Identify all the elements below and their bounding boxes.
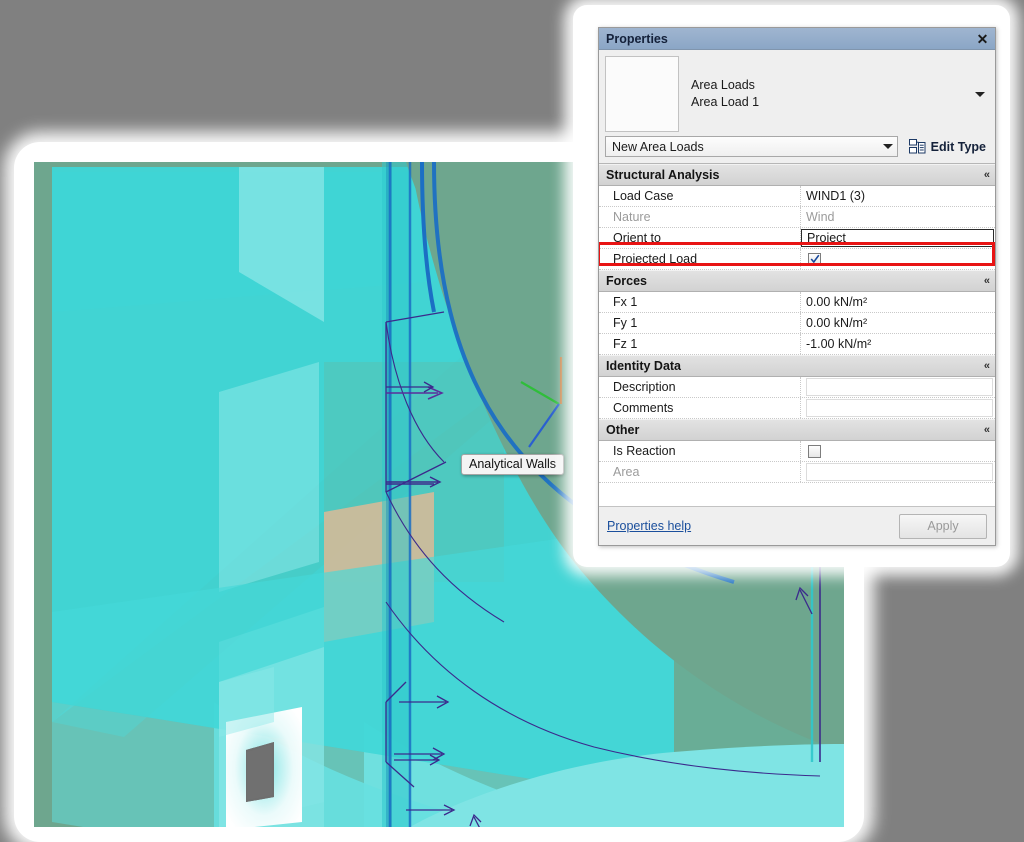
property-row[interactable]: Comments [599,398,995,419]
property-key: Description [599,377,801,397]
property-row[interactable]: Is Reaction [599,441,995,462]
properties-help-link[interactable]: Properties help [607,519,899,533]
type-selector-value: New Area Loads [612,139,704,154]
property-key: Orient to [599,228,801,248]
property-row[interactable]: Fy 1 0.00 kN/m² [599,313,995,334]
chevron-up-icon[interactable]: « [984,424,990,436]
property-row[interactable]: Nature Wind [599,207,995,228]
close-icon[interactable]: ✕ [974,30,991,47]
property-value-cell[interactable] [801,377,995,397]
property-value-field[interactable] [806,463,993,481]
chevron-up-icon[interactable]: « [984,275,990,287]
property-key: Is Reaction [599,441,801,461]
property-value: 0.00 kN/m² [806,316,868,330]
property-group-header[interactable]: Other « [599,419,995,441]
property-value-cell[interactable] [801,441,995,461]
property-value-cell[interactable]: 0.00 kN/m² [801,313,995,333]
property-value-cell[interactable] [801,398,995,418]
type-selector-row: New Area Loads Edit Type [599,136,995,163]
property-key: Fz 1 [599,334,801,354]
property-value-cell[interactable] [801,462,995,482]
edit-type-icon [908,139,926,154]
property-key: Fy 1 [599,313,801,333]
property-value-cell[interactable]: 0.00 kN/m² [801,292,995,312]
checkbox-unchecked[interactable] [808,444,821,458]
property-group-header[interactable]: Structural Analysis « [599,164,995,186]
type-info-block: Area Loads Area Load 1 [599,50,995,136]
property-row[interactable]: Fx 1 0.00 kN/m² [599,292,995,313]
property-group-label: Identity Data [606,359,682,373]
property-value: Wind [806,210,835,224]
chevron-up-icon[interactable]: « [984,169,990,181]
property-row[interactable]: Description [599,377,995,398]
chevron-down-icon[interactable] [879,144,897,149]
edit-type-button[interactable]: Edit Type [906,138,989,155]
property-key: Load Case [599,186,801,206]
chevron-up-icon[interactable]: « [984,360,990,372]
property-value-cell[interactable]: WIND1 (3) [801,186,995,206]
property-value: WIND1 (3) [806,189,866,203]
property-key: Projected Load [599,249,801,269]
property-key: Area [599,462,801,482]
property-value: -1.00 kN/m² [806,337,872,351]
apply-button[interactable]: Apply [899,513,987,539]
type-family-label: Area Loads [691,78,755,92]
property-row[interactable]: Area [599,462,995,483]
tooltip-analytical-walls: Analytical Walls [461,454,565,475]
palette-footer: Properties help Apply [599,506,995,545]
property-group-label: Forces [606,274,647,288]
property-group-label: Other [606,423,640,437]
property-group-label: Structural Analysis [606,168,720,182]
edit-type-label: Edit Type [930,139,986,154]
property-value-cell[interactable]: Project [801,229,994,247]
type-name-label: Area Load 1 [691,95,760,109]
property-group-header[interactable]: Forces « [599,270,995,292]
property-row[interactable]: Fz 1 -1.00 kN/m² [599,334,995,355]
property-key: Comments [599,398,801,418]
palette-title: Properties [606,31,668,46]
property-value-cell[interactable]: Wind [801,207,995,227]
property-group-header[interactable]: Identity Data « [599,355,995,377]
type-dropdown-chevron-down-icon[interactable] [971,56,989,132]
property-value-field[interactable] [806,378,993,396]
property-value: 0.00 kN/m² [806,295,868,309]
property-value: Project [807,231,846,245]
type-selector-combobox[interactable]: New Area Loads [605,136,898,157]
property-grid: Structural Analysis « Load Case WIND1 (3) Na… [599,163,995,506]
property-row[interactable]: Load Case WIND1 (3) [599,186,995,207]
palette-title-bar: Properties ✕ [599,28,995,50]
property-value-field[interactable] [806,399,993,417]
property-value-cell[interactable]: -1.00 kN/m² [801,334,995,354]
property-key: Fx 1 [599,292,801,312]
checkbox-checked[interactable] [808,252,821,266]
type-preview-thumbnail [605,56,679,132]
property-key: Nature [599,207,801,227]
type-labels: Area Loads Area Load 1 [679,56,971,132]
property-row[interactable]: Projected Load [599,249,995,270]
property-value-cell[interactable] [801,249,995,269]
properties-palette: Properties ✕ Area Loads Area Load 1 New … [598,27,996,546]
property-row[interactable]: Orient to Project [599,228,995,249]
app-root: Analytical Walls Properties ✕ Area Loads… [0,0,1024,842]
